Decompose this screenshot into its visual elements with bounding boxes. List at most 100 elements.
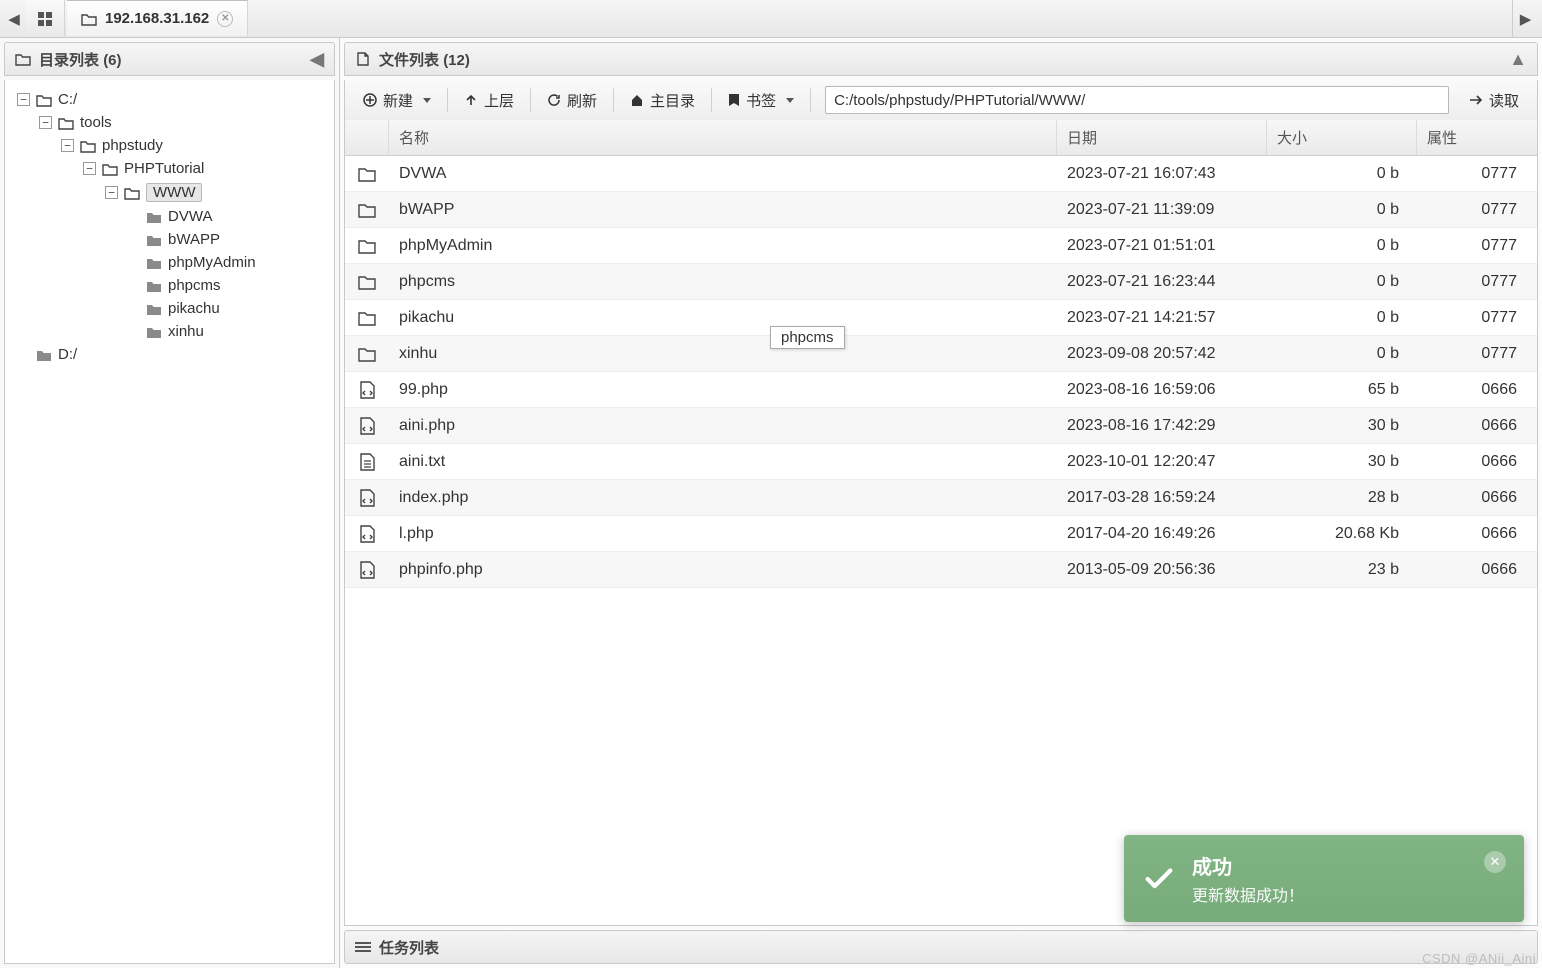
collapse-left-icon[interactable]: ◀ bbox=[310, 50, 324, 68]
row-name: phpcms bbox=[389, 273, 1057, 291]
tabs-scroll-right-icon[interactable]: ▶ bbox=[1512, 0, 1538, 37]
table-row[interactable]: pikachu 2023-07-21 14:21:57 0 b 0777 bbox=[345, 300, 1537, 336]
tree-expander[interactable]: − bbox=[17, 93, 30, 106]
tree-node-tools[interactable]: − tools bbox=[37, 111, 330, 134]
row-size: 20.68 Kb bbox=[1267, 525, 1417, 543]
row-name: aini.txt bbox=[389, 453, 1057, 471]
tree-node-www[interactable]: − WWW bbox=[103, 180, 330, 205]
row-perm: 0777 bbox=[1417, 165, 1537, 183]
refresh-button[interactable]: 刷新 bbox=[537, 86, 607, 115]
row-name: aini.php bbox=[389, 417, 1057, 435]
folder-icon bbox=[146, 256, 162, 270]
folder-icon bbox=[80, 139, 96, 153]
tree-expander[interactable] bbox=[127, 256, 140, 269]
tree-expander[interactable] bbox=[127, 325, 140, 338]
table-row[interactable]: xinhu 2023-09-08 20:57:42 0 b 0777 bbox=[345, 336, 1537, 372]
tab-close-icon[interactable]: ✕ bbox=[217, 11, 233, 27]
table-row[interactable]: phpMyAdmin 2023-07-21 01:51:01 0 b 0777 bbox=[345, 228, 1537, 264]
row-size: 0 b bbox=[1267, 165, 1417, 183]
up-button[interactable]: 上层 bbox=[454, 86, 524, 115]
file-list-header: 文件列表 (12) ▲ bbox=[344, 42, 1538, 76]
row-icon bbox=[345, 452, 389, 472]
folder-icon bbox=[81, 12, 97, 26]
row-icon bbox=[345, 344, 389, 364]
row-date: 2023-07-21 11:39:09 bbox=[1057, 201, 1267, 219]
tree-expander[interactable]: − bbox=[39, 116, 52, 129]
row-perm: 0666 bbox=[1417, 525, 1537, 543]
file-table[interactable]: 名称 日期 大小 属性 DVWA 2023-07-21 16:07:43 0 b… bbox=[344, 120, 1538, 926]
bookmark-button[interactable]: 书签 bbox=[718, 86, 804, 115]
tree-expander[interactable] bbox=[127, 210, 140, 223]
home-button[interactable]: 主目录 bbox=[620, 86, 705, 115]
folder-icon bbox=[15, 52, 31, 66]
task-list-header[interactable]: 任务列表 bbox=[344, 930, 1538, 964]
tree-node-d[interactable]: D:/ bbox=[15, 343, 330, 366]
table-row[interactable]: phpcms 2023-07-21 16:23:44 0 b 0777 bbox=[345, 264, 1537, 300]
table-row[interactable]: aini.php 2023-08-16 17:42:29 30 b 0666 bbox=[345, 408, 1537, 444]
tab-host[interactable]: 192.168.31.162 ✕ bbox=[67, 0, 248, 36]
tabs-scroll-left-icon[interactable]: ◀ bbox=[4, 0, 24, 37]
col-name-header[interactable]: 名称 bbox=[389, 120, 1057, 155]
new-button[interactable]: 新建 bbox=[353, 86, 441, 115]
tree-expander[interactable] bbox=[127, 302, 140, 315]
tree-node-phpcms[interactable]: phpcms bbox=[125, 274, 330, 297]
row-size: 28 b bbox=[1267, 489, 1417, 507]
tree-expander[interactable] bbox=[17, 348, 30, 361]
path-input[interactable] bbox=[825, 86, 1449, 114]
directory-tree[interactable]: − C:/ − tools bbox=[4, 80, 335, 964]
row-icon bbox=[345, 200, 389, 220]
col-size-header[interactable]: 大小 bbox=[1267, 120, 1417, 155]
col-date-header[interactable]: 日期 bbox=[1057, 120, 1267, 155]
table-row[interactable]: l.php 2017-04-20 16:49:26 20.68 Kb 0666 bbox=[345, 516, 1537, 552]
row-date: 2023-10-01 12:20:47 bbox=[1057, 453, 1267, 471]
table-row[interactable]: DVWA 2023-07-21 16:07:43 0 b 0777 bbox=[345, 156, 1537, 192]
tree-expander[interactable]: − bbox=[83, 162, 96, 175]
table-header: 名称 日期 大小 属性 bbox=[345, 120, 1537, 156]
row-size: 0 b bbox=[1267, 237, 1417, 255]
tab-dashboard[interactable] bbox=[26, 0, 65, 37]
toast-close-icon[interactable]: ✕ bbox=[1484, 851, 1506, 873]
folder-icon bbox=[357, 308, 377, 328]
tree-node-phpmyadmin[interactable]: phpMyAdmin bbox=[125, 251, 330, 274]
arrow-right-icon bbox=[1469, 94, 1483, 106]
tree-expander[interactable]: − bbox=[105, 186, 118, 199]
row-perm: 0666 bbox=[1417, 417, 1537, 435]
table-row[interactable]: aini.txt 2023-10-01 12:20:47 30 b 0666 bbox=[345, 444, 1537, 480]
tree-node-phpstudy[interactable]: − phpstudy bbox=[59, 134, 330, 157]
read-button[interactable]: 读取 bbox=[1459, 86, 1529, 115]
tree-node-bwapp[interactable]: bWAPP bbox=[125, 228, 330, 251]
tree-node-c[interactable]: − C:/ bbox=[15, 88, 330, 111]
left-pane: 目录列表 (6) ◀ − C:/ − bbox=[0, 38, 340, 968]
tree-expander[interactable] bbox=[127, 233, 140, 246]
row-icon bbox=[345, 236, 389, 256]
row-size: 65 b bbox=[1267, 381, 1417, 399]
success-toast: 成功 更新数据成功！ ✕ bbox=[1124, 835, 1524, 922]
main-split: 目录列表 (6) ◀ − C:/ − bbox=[0, 38, 1542, 968]
collapse-up-icon[interactable]: ▲ bbox=[1509, 50, 1527, 68]
row-size: 23 b bbox=[1267, 561, 1417, 579]
tree-expander[interactable]: − bbox=[61, 139, 74, 152]
col-icon-header[interactable] bbox=[345, 120, 389, 155]
folder-icon bbox=[102, 162, 118, 176]
table-row[interactable]: phpinfo.php 2013-05-09 20:56:36 23 b 066… bbox=[345, 552, 1537, 588]
row-name: 99.php bbox=[389, 381, 1057, 399]
table-row[interactable]: index.php 2017-03-28 16:59:24 28 b 0666 bbox=[345, 480, 1537, 516]
row-perm: 0777 bbox=[1417, 273, 1537, 291]
tree-node-xinhu[interactable]: xinhu bbox=[125, 320, 330, 343]
toast-message: 更新数据成功！ bbox=[1192, 882, 1304, 906]
row-icon bbox=[345, 416, 389, 436]
row-perm: 0666 bbox=[1417, 453, 1537, 471]
row-icon bbox=[345, 164, 389, 184]
plus-circle-icon bbox=[363, 93, 377, 107]
table-row[interactable]: bWAPP 2023-07-21 11:39:09 0 b 0777 bbox=[345, 192, 1537, 228]
row-name: phpMyAdmin bbox=[389, 237, 1057, 255]
tree-node-dvwa[interactable]: DVWA bbox=[125, 205, 330, 228]
tree-node-phptutorial[interactable]: − PHPTutorial bbox=[81, 157, 330, 180]
code-file-icon bbox=[357, 560, 377, 580]
tree-expander[interactable] bbox=[127, 279, 140, 292]
col-perm-header[interactable]: 属性 bbox=[1417, 120, 1537, 155]
row-date: 2013-05-09 20:56:36 bbox=[1057, 561, 1267, 579]
tree-node-pikachu[interactable]: pikachu bbox=[125, 297, 330, 320]
tabs-bar: ◀ 192.168.31.162 ✕ ▶ bbox=[0, 0, 1542, 38]
table-row[interactable]: 99.php 2023-08-16 16:59:06 65 b 0666 bbox=[345, 372, 1537, 408]
